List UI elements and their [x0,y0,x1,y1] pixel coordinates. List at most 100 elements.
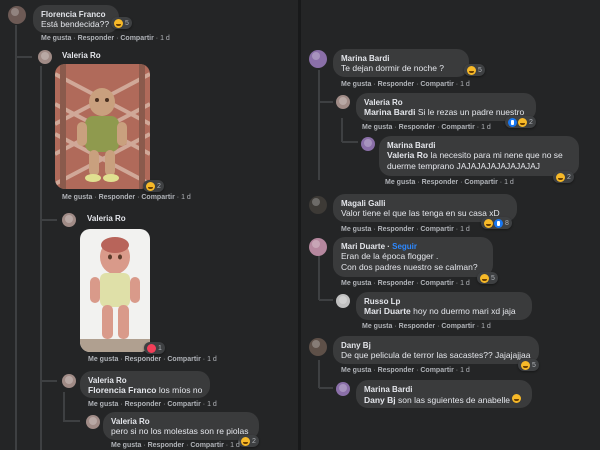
reaction-badge[interactable]: 5 [518,359,539,371]
reply-link[interactable]: Responder [378,226,415,233]
comment-actions: Me gusta · Responder · Compartir · 1 d [362,124,491,131]
reply-link[interactable]: Responder [399,323,436,330]
share-link[interactable]: Compartir [141,194,174,201]
comment-bubble: Russo Lp Mari Duarte hoy no duermo mari … [356,292,532,320]
thread-line [318,70,320,180]
reply-link[interactable]: Responder [378,280,415,287]
comment-text: Mari Duarte hoy no duermo mari xd jaja [364,306,516,316]
comment-author[interactable]: Marina Bardi [387,141,571,150]
share-link[interactable]: Compartir [167,401,200,408]
like-link[interactable]: Me gusta [362,323,392,330]
reply-link[interactable]: Responder [125,401,162,408]
like-link[interactable]: Me gusta [341,280,371,287]
reply-link[interactable]: Responder [378,367,415,374]
share-link[interactable]: Compartir [420,81,453,88]
comment-author[interactable]: Mari Duarte · Seguir [341,242,485,251]
haha-emoji-icon [512,394,522,403]
comment-author[interactable]: Valeria Ro [111,417,251,426]
avatar[interactable] [8,6,26,24]
comment-time: 1 d [207,356,217,363]
mention-link[interactable]: Mari Duarte [364,306,411,316]
comment-bubble: Florencia Franco Está bendecida?? [33,5,119,33]
reaction-badge[interactable]: 8 [481,217,512,229]
avatar[interactable] [336,294,350,308]
like-reaction-icon [508,117,517,127]
reaction-badge[interactable]: 5 [111,17,132,29]
share-link[interactable]: Compartir [441,323,474,330]
haha-reaction-icon [146,181,155,191]
comment-author[interactable]: Magali Galli [341,199,509,208]
reply-link[interactable]: Responder [78,35,115,42]
love-reaction-icon [147,343,156,353]
like-link[interactable]: Me gusta [385,179,415,186]
comment-author[interactable]: Valeria Ro [87,214,126,223]
mention-link[interactable]: Valeria Ro [387,150,428,160]
reply-link[interactable]: Responder [148,442,185,449]
share-link[interactable]: Compartir [420,226,453,233]
comment-author[interactable]: Marina Bardi [364,385,524,394]
thread-connector [64,420,80,422]
share-link[interactable]: Compartir [167,356,200,363]
share-link[interactable]: Compartir [464,179,497,186]
reaction-badge[interactable]: 5 [464,64,485,76]
reply-link[interactable]: Responder [399,124,436,131]
share-link[interactable]: Compartir [190,442,223,449]
avatar[interactable] [309,50,327,68]
like-link[interactable]: Me gusta [111,442,141,449]
reaction-badge[interactable]: 1 [144,342,165,354]
avatar[interactable] [309,196,327,214]
mention-link[interactable]: Marina Bardi [364,107,416,117]
avatar[interactable] [336,95,350,109]
avatar[interactable] [62,374,76,388]
comment-bubble: Valeria Ro pero si no los molestas son r… [103,412,259,440]
like-link[interactable]: Me gusta [362,124,392,131]
mention-link[interactable]: Dany Bj [364,395,396,405]
share-link[interactable]: Compartir [120,35,153,42]
mention-link[interactable]: Florencia Franco [88,385,157,395]
comment-actions: Me gusta · Responder · Compartir · 1 d [88,401,217,408]
comment-author[interactable]: Marina Bardi [341,54,461,63]
like-link[interactable]: Me gusta [62,194,92,201]
avatar[interactable] [361,137,375,151]
comment-photo[interactable] [55,64,150,189]
reaction-badge[interactable]: 2 [143,180,164,192]
comment-author[interactable]: Valeria Ro [62,51,101,60]
like-link[interactable]: Me gusta [88,401,118,408]
like-link[interactable]: Me gusta [88,356,118,363]
follow-button[interactable]: Seguir [392,242,417,251]
left-comments-panel[interactable]: Florencia Franco Está bendecida?? 5 Me g… [0,0,298,450]
right-comments-panel[interactable]: Marina Bardi Te dejan dormir de noche ? … [301,0,600,450]
like-link[interactable]: Me gusta [341,226,371,233]
avatar[interactable] [86,415,100,429]
haha-reaction-icon [556,172,565,182]
reaction-badge[interactable]: 2 [553,171,574,183]
like-link[interactable]: Me gusta [341,81,371,88]
comment-author[interactable]: Valeria Ro [88,376,202,385]
reaction-badge[interactable]: 5 [477,272,498,284]
avatar[interactable] [309,238,327,256]
share-link[interactable]: Compartir [441,124,474,131]
avatar[interactable] [62,213,76,227]
comment-author[interactable]: Florencia Franco [41,10,111,19]
share-link[interactable]: Compartir [420,280,453,287]
comment-author[interactable]: Dany Bj [341,341,531,350]
thread-line [318,256,320,300]
comment-photo[interactable] [80,229,150,352]
avatar[interactable] [38,50,52,64]
avatar[interactable] [309,338,327,356]
avatar[interactable] [336,382,350,396]
share-link[interactable]: Compartir [420,367,453,374]
reaction-badge[interactable]: 2 [505,116,536,128]
like-link[interactable]: Me gusta [341,367,371,374]
comment-author[interactable]: Valeria Ro [364,98,528,107]
reply-link[interactable]: Responder [125,356,162,363]
reaction-badge[interactable]: 2 [238,435,259,447]
thread-connector [319,101,333,103]
comment-author[interactable]: Russo Lp [364,297,524,306]
reply-link[interactable]: Responder [378,81,415,88]
thread-connector [16,56,32,58]
like-link[interactable]: Me gusta [41,35,71,42]
reaction-count: 8 [505,219,509,227]
reply-link[interactable]: Responder [99,194,136,201]
reply-link[interactable]: Responder [422,179,459,186]
